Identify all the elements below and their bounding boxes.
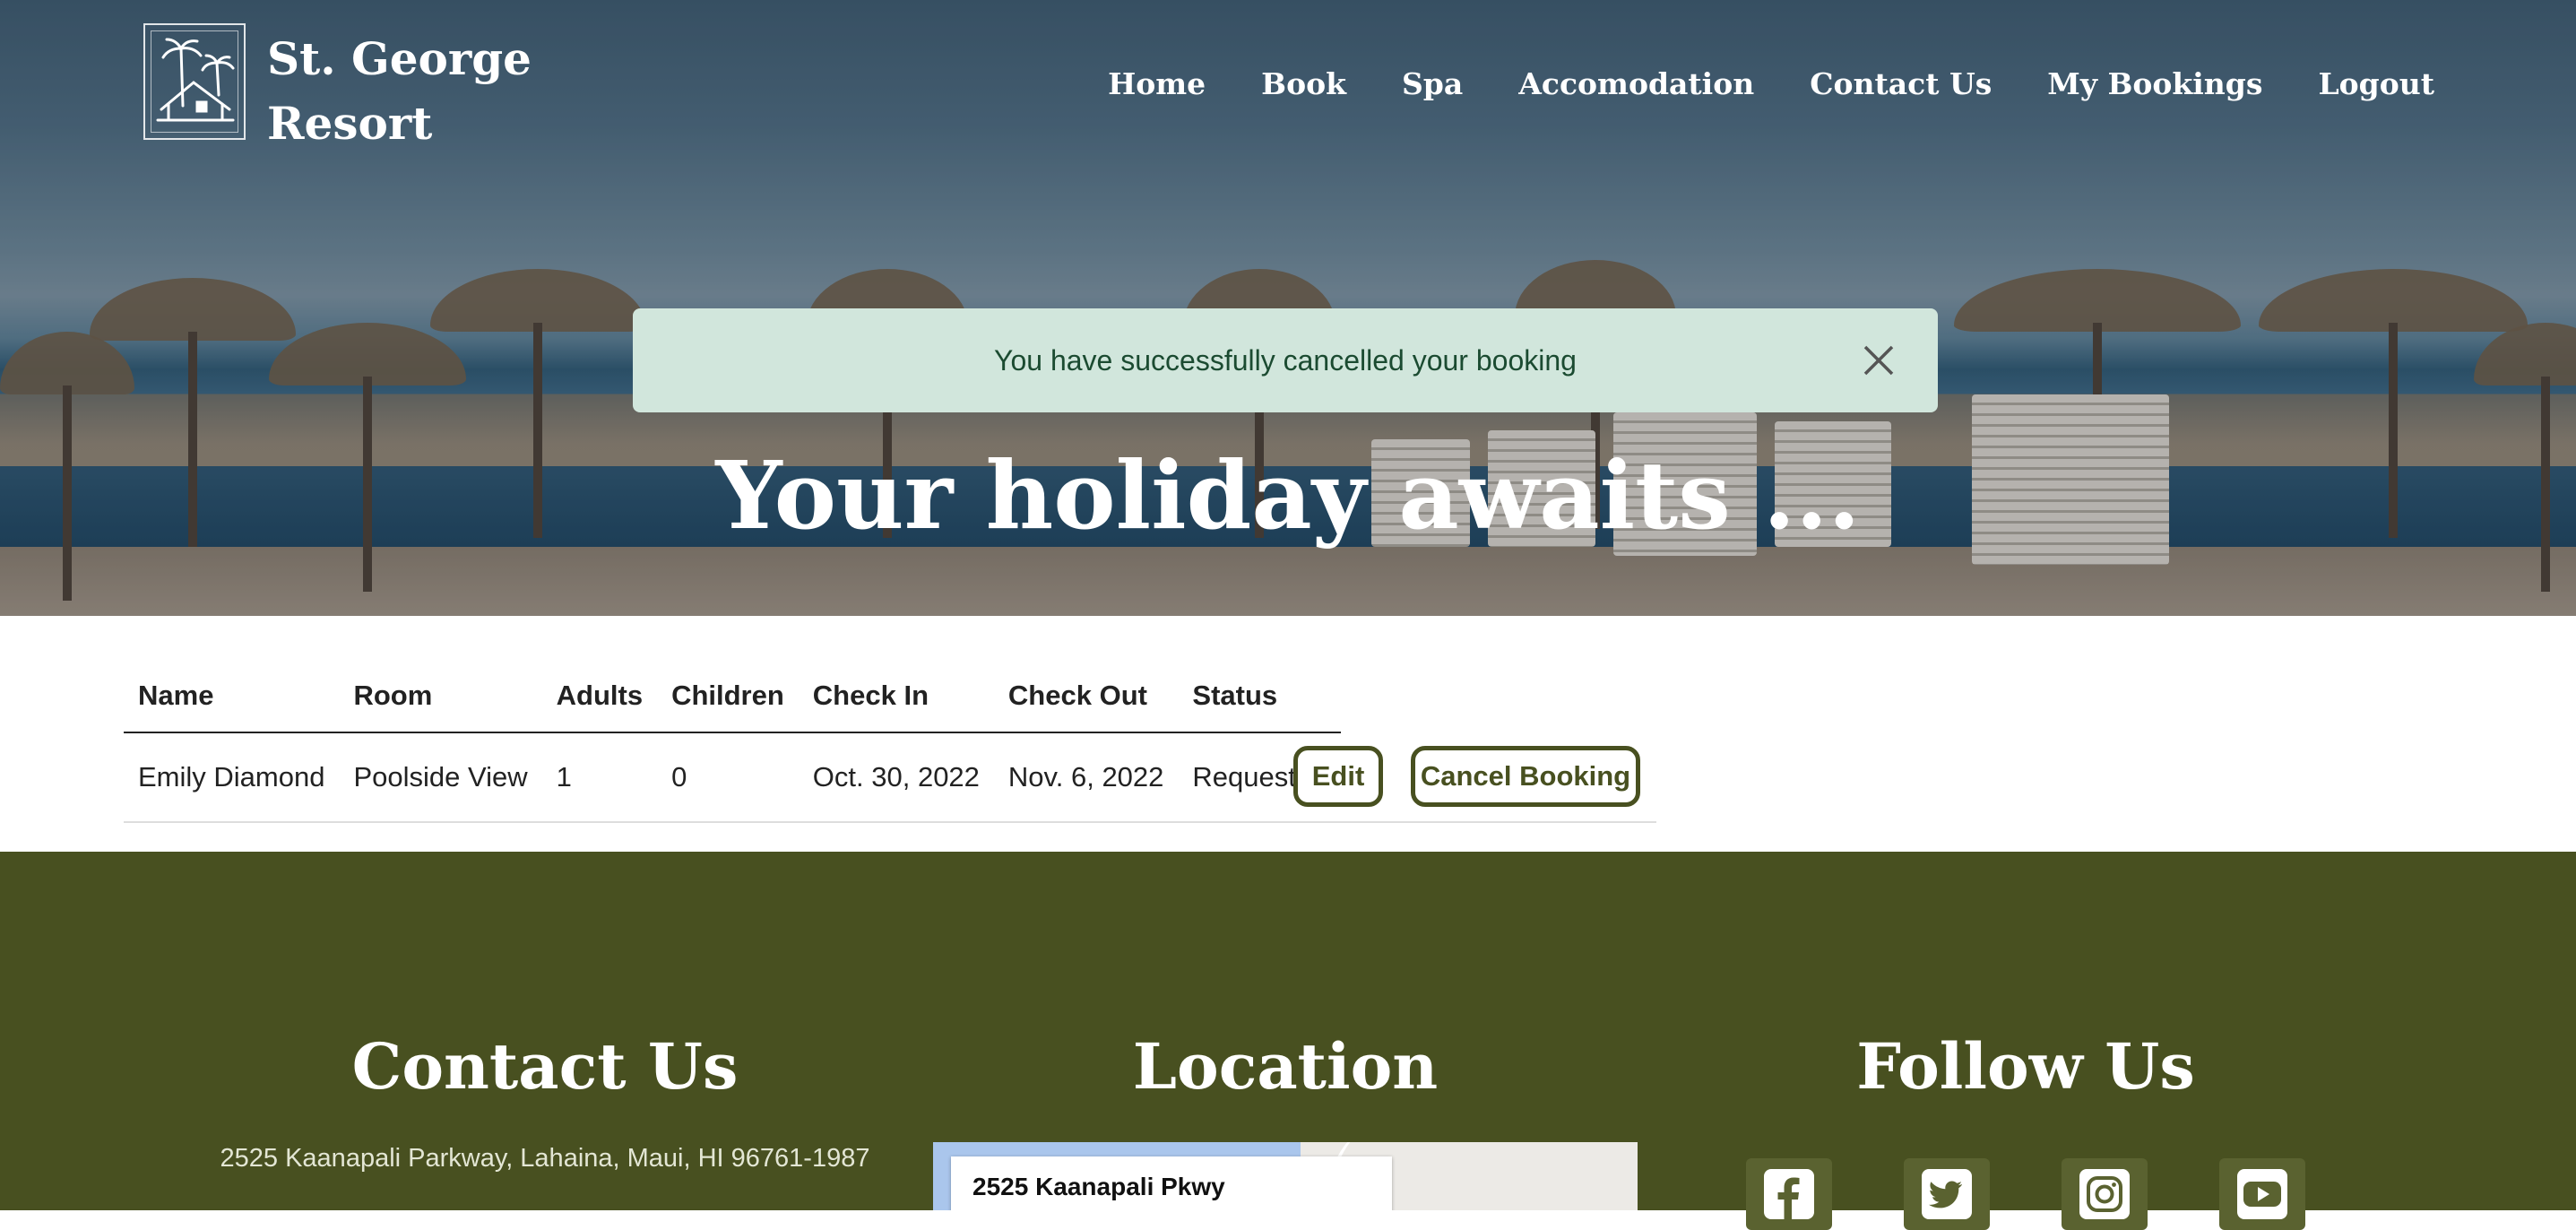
nav-logout[interactable]: Logout: [2318, 66, 2434, 101]
table-header-row: Name Room Adults Children Check In Check…: [124, 654, 1342, 733]
follow-us-heading: Follow Us: [1856, 1029, 2195, 1104]
close-icon[interactable]: [1863, 344, 1895, 377]
cell-name: Emily Diamond: [138, 761, 325, 793]
edit-button[interactable]: Edit: [1293, 746, 1383, 807]
cell-adults: 1: [556, 761, 572, 793]
nav-my-bookings[interactable]: My Bookings: [2047, 66, 2262, 101]
nav-spa[interactable]: Spa: [1402, 66, 1463, 101]
palm-house-icon: [156, 38, 235, 122]
instagram-icon: [2079, 1169, 2130, 1219]
facebook-icon: [1764, 1169, 1814, 1219]
map-info-card: 2525 Kaanapali Pkwy: [951, 1156, 1392, 1210]
cell-children: 0: [671, 761, 687, 793]
cell-check-out: Nov. 6, 2022: [1007, 761, 1164, 793]
location-map[interactable]: ali 2525 Kaanapali Pkwy: [933, 1142, 1638, 1210]
bookings-table: Name Room Adults Children Check In Check…: [124, 654, 1342, 821]
nav-home[interactable]: Home: [1108, 66, 1206, 101]
address-text: 2525 Kaanapali Parkway, Lahaina, Maui, H…: [220, 1144, 870, 1173]
map-card-title: 2525 Kaanapali Pkwy: [972, 1173, 1225, 1200]
youtube-link[interactable]: [2219, 1158, 2305, 1230]
col-children: Children: [657, 654, 799, 733]
instagram-link[interactable]: [2062, 1158, 2148, 1230]
twitter-link[interactable]: [1904, 1158, 1990, 1230]
youtube-icon: [2237, 1169, 2287, 1219]
alert-message: You have successfully cancelled your boo…: [994, 344, 1577, 377]
col-check-in: Check In: [798, 654, 994, 733]
table-row-divider: [124, 821, 1656, 823]
table-row: Emily Diamond Poolside View 1 0 Oct. 30,…: [124, 732, 1341, 821]
location-heading: Location: [1132, 1029, 1439, 1104]
col-status: Status: [1178, 654, 1342, 733]
nav-contact-us[interactable]: Contact Us: [1810, 66, 1992, 101]
hero-title: Your holiday awaits ...: [715, 440, 1861, 550]
col-name: Name: [124, 654, 340, 733]
brand-line-2: Resort: [267, 97, 433, 150]
twitter-icon: [1922, 1169, 1972, 1219]
col-room: Room: [339, 654, 542, 733]
cancel-booking-button[interactable]: Cancel Booking: [1411, 746, 1640, 807]
cell-room: Poolside View: [353, 761, 528, 793]
logo[interactable]: [143, 23, 246, 140]
nav-book[interactable]: Book: [1261, 66, 1346, 101]
cell-check-in: Oct. 30, 2022: [812, 761, 980, 793]
main-nav: Home Book Spa Accomodation Contact Us My…: [1108, 66, 2434, 101]
brand-name[interactable]: St. George Resort: [267, 27, 532, 156]
col-adults: Adults: [541, 654, 658, 733]
col-check-out: Check Out: [993, 654, 1179, 733]
success-alert: You have successfully cancelled your boo…: [633, 308, 1938, 412]
brand-line-1: St. George: [267, 32, 532, 85]
facebook-link[interactable]: [1746, 1158, 1832, 1230]
contact-us-heading: Contact Us: [351, 1029, 739, 1104]
nav-accomodation[interactable]: Accomodation: [1518, 66, 1754, 101]
